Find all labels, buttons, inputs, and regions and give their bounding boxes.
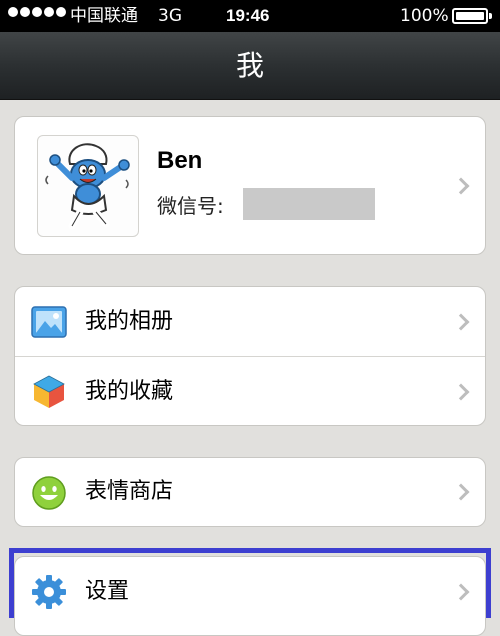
signal-strength-icon	[8, 7, 66, 17]
favorites-cube-icon	[33, 375, 65, 408]
battery-cap	[489, 13, 492, 19]
avatar	[37, 135, 139, 237]
chevron-right-icon	[452, 483, 470, 501]
network-type: 3G	[158, 6, 182, 26]
menu-item-label: 我的收藏	[85, 379, 174, 404]
menu-item-sticker-store[interactable]: 表情商店	[15, 458, 485, 526]
sticker-store-group: 表情商店	[14, 457, 486, 527]
smiley-icon	[32, 476, 66, 510]
status-time: 19:46	[226, 6, 270, 25]
settings-group: 设置	[14, 556, 486, 636]
menu-item-settings[interactable]: 设置	[15, 557, 485, 626]
chevron-right-icon	[452, 313, 470, 331]
carrier-name: 中国联通	[70, 6, 138, 26]
page-title: 我	[235, 49, 264, 82]
menu-item-label: 设置	[85, 579, 130, 604]
battery-level-fill	[456, 12, 484, 20]
menu-item-favorites[interactable]: 我的收藏	[15, 357, 485, 425]
smurf-avatar-icon	[45, 143, 130, 230]
album-favorites-group: 我的相册 我的收藏	[14, 286, 486, 426]
battery-percent: 100%	[400, 6, 449, 26]
status-bar: 中国联通 3G 19:46 100%	[0, 0, 500, 32]
navigation-bar: 我	[0, 32, 500, 100]
chevron-right-icon	[452, 177, 470, 195]
chevron-right-icon	[452, 383, 470, 401]
chevron-right-icon	[452, 583, 470, 601]
menu-item-album[interactable]: 我的相册	[15, 287, 485, 357]
menu-item-label: 我的相册	[85, 309, 174, 334]
gear-icon	[32, 575, 66, 609]
profile-card[interactable]: Ben 微信号:	[14, 116, 486, 255]
wechat-id-redacted	[243, 188, 375, 220]
photo-album-icon	[31, 306, 67, 338]
wechat-id-label: 微信号:	[157, 194, 224, 218]
menu-item-label: 表情商店	[85, 479, 174, 504]
battery-icon	[452, 8, 488, 24]
profile-name: Ben	[157, 147, 203, 174]
